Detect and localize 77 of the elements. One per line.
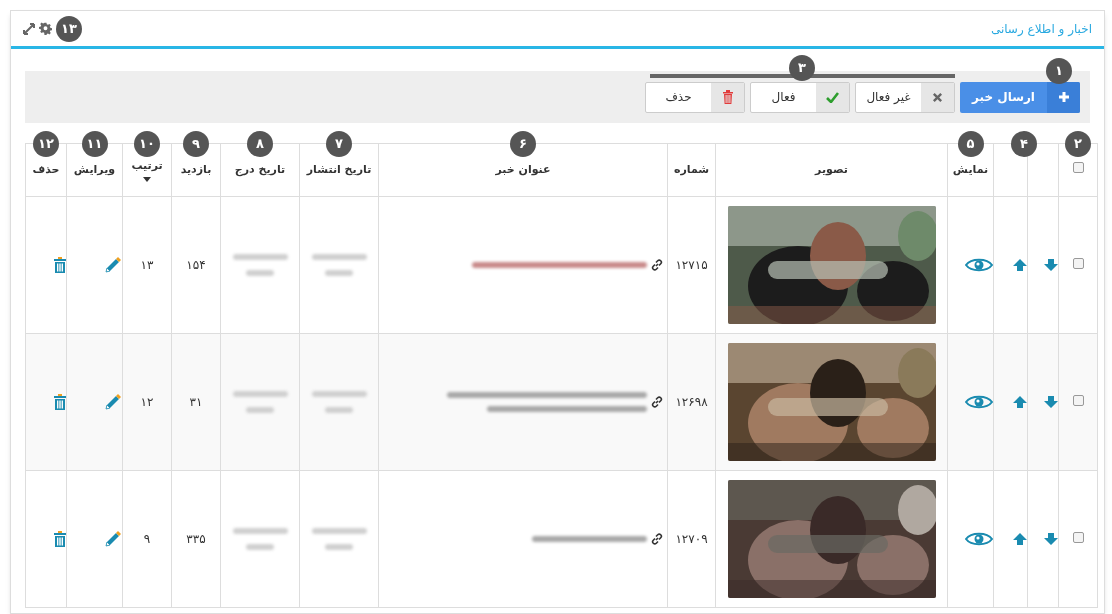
- table-cell: ۱۵۴: [186, 258, 206, 272]
- arrow-up-icon[interactable]: [1013, 259, 1027, 271]
- column-header: ویرایش: [73, 161, 116, 178]
- settings-icon[interactable]: [39, 22, 52, 35]
- toolbar-button[interactable]: فعال: [750, 81, 850, 113]
- blurred-text: [325, 544, 353, 550]
- arrow-down-icon[interactable]: [1044, 533, 1058, 545]
- callout-badge: ۷: [326, 131, 352, 157]
- close-icon: [932, 91, 943, 103]
- blurred-text: [311, 391, 367, 397]
- expand-icon[interactable]: [23, 22, 35, 35]
- callout-badge: ۸: [247, 131, 273, 157]
- blurred-text: [325, 407, 353, 413]
- callout-badge: ۱۰: [134, 131, 160, 157]
- column-header: نمایش: [952, 161, 989, 178]
- blurred-text: [232, 254, 288, 260]
- column-header: شماره: [673, 161, 710, 178]
- toolbar-button[interactable]: حذف: [645, 81, 745, 113]
- column-header: بازدید: [180, 161, 212, 178]
- trash-icon[interactable]: [54, 394, 66, 410]
- column-header: تاریخ انتشار: [306, 161, 372, 178]
- eye-icon[interactable]: [965, 395, 993, 409]
- callout-badge: ۱۳: [56, 15, 82, 42]
- table-cell: ۳۳۵: [186, 532, 206, 546]
- callout-badge: ۱۲: [33, 131, 59, 157]
- row-checkbox[interactable]: [1072, 532, 1084, 543]
- arrow-down-icon[interactable]: [1044, 259, 1058, 271]
- arrow-up-icon[interactable]: [1013, 533, 1027, 545]
- column-header: عنوان خبر: [495, 161, 551, 178]
- table-cell: ۱۲۷۱۵: [675, 258, 708, 272]
- callout-badge: ۲: [1065, 131, 1091, 157]
- callout-badge: ۹: [183, 131, 209, 157]
- link-icon[interactable]: [651, 396, 663, 408]
- table-cell: ۱۲۶۹۸: [675, 395, 708, 409]
- blurred-text: [246, 544, 274, 550]
- row-checkbox[interactable]: [1072, 395, 1084, 406]
- panel-title: اخبار و اطلاع رسانی: [990, 20, 1092, 38]
- sort-caret-icon: [143, 177, 151, 182]
- blurred-text: [325, 270, 353, 276]
- pencil-icon[interactable]: [105, 257, 122, 273]
- table-cell: ۱۲: [140, 395, 154, 409]
- blurred-text: [232, 391, 288, 397]
- blurred-text: [311, 528, 367, 534]
- table-cell: ۱۲۷۰۹: [675, 532, 708, 546]
- trash-icon[interactable]: [54, 531, 66, 547]
- callout-badge: ۳: [789, 54, 815, 81]
- column-header: ترتیب: [131, 158, 163, 174]
- blurred-text: [246, 407, 274, 413]
- eye-icon[interactable]: [965, 258, 993, 272]
- arrow-up-icon[interactable]: [1013, 396, 1027, 408]
- pencil-icon[interactable]: [105, 394, 122, 410]
- check-icon: [826, 91, 839, 103]
- eye-icon[interactable]: [965, 532, 993, 546]
- column-header: تصویر: [815, 161, 848, 178]
- callout-badge: ۱۱: [81, 131, 108, 157]
- pencil-icon[interactable]: [105, 531, 122, 547]
- toolbar-button[interactable]: غیر فعال: [855, 81, 955, 113]
- trash-icon[interactable]: [54, 257, 66, 273]
- trash-icon: [721, 90, 734, 104]
- callout-badge: ۵: [957, 131, 984, 157]
- blurred-text: [311, 254, 367, 260]
- blurred-text: [246, 270, 274, 276]
- link-icon[interactable]: [651, 533, 663, 545]
- column-header: حذف: [32, 161, 60, 178]
- table-cell: ۳۱: [189, 395, 203, 409]
- link-icon[interactable]: [651, 259, 663, 271]
- column-header: تاریخ درج: [234, 161, 286, 178]
- table-cell: ۹: [143, 532, 151, 546]
- blurred-text: [232, 528, 288, 534]
- row-checkbox[interactable]: [1072, 258, 1084, 269]
- plus-icon: [1057, 91, 1070, 103]
- callout-badge: ۴: [1011, 131, 1037, 157]
- arrow-down-icon[interactable]: [1044, 396, 1058, 408]
- callout-badge: ۶: [510, 131, 536, 157]
- table-cell: ۱۳: [140, 258, 154, 272]
- select-all-checkbox[interactable]: [1072, 161, 1084, 173]
- callout-badge: ۱: [1046, 57, 1072, 84]
